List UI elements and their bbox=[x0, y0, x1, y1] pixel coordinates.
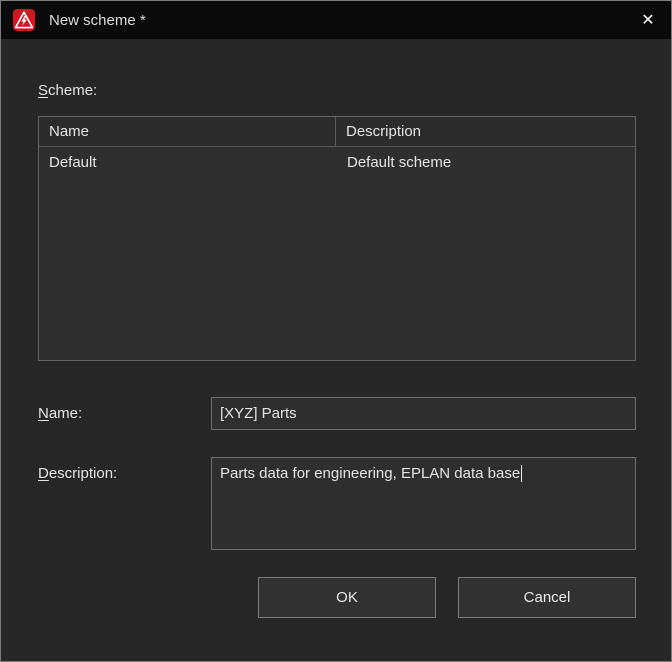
table-header-row: Name Description bbox=[39, 117, 635, 147]
dialog-content: Scheme: Name Description Default Default… bbox=[1, 82, 671, 618]
description-label-rest: escription: bbox=[49, 465, 117, 482]
ok-button[interactable]: OK bbox=[258, 577, 436, 618]
name-label-rest: ame: bbox=[49, 405, 82, 422]
window-title: New scheme * bbox=[49, 12, 146, 29]
description-text: Parts data for engineering, EPLAN data b… bbox=[220, 465, 520, 482]
new-scheme-dialog: New scheme * ✕ Scheme: Name Description … bbox=[0, 0, 672, 662]
description-label: Description: bbox=[38, 457, 211, 482]
scheme-label-rest: cheme: bbox=[48, 82, 97, 99]
name-label-accel: N bbox=[38, 405, 49, 422]
table-cell-name[interactable]: Default bbox=[39, 147, 337, 177]
button-row: OK Cancel bbox=[38, 577, 636, 618]
name-input[interactable] bbox=[211, 397, 636, 430]
table-row[interactable]: Default Default scheme bbox=[39, 147, 635, 177]
name-label: Name: bbox=[38, 405, 211, 422]
text-caret bbox=[521, 465, 522, 482]
table-header-name[interactable]: Name bbox=[39, 117, 336, 146]
scheme-label: Scheme: bbox=[38, 82, 636, 99]
description-textarea[interactable]: Parts data for engineering, EPLAN data b… bbox=[211, 457, 636, 550]
cancel-button[interactable]: Cancel bbox=[458, 577, 636, 618]
scheme-table[interactable]: Name Description Default Default scheme bbox=[38, 116, 636, 361]
title-bar[interactable]: New scheme * ✕ bbox=[1, 1, 671, 39]
eplan-hazard-icon bbox=[13, 9, 35, 31]
close-icon[interactable]: ✕ bbox=[625, 1, 671, 39]
description-row: Description: Parts data for engineering,… bbox=[38, 457, 636, 550]
table-cell-description[interactable]: Default scheme bbox=[337, 147, 635, 177]
scheme-label-accel: S bbox=[38, 82, 48, 99]
table-header-description[interactable]: Description bbox=[336, 117, 635, 146]
description-label-accel: D bbox=[38, 465, 49, 482]
name-row: Name: bbox=[38, 397, 636, 430]
